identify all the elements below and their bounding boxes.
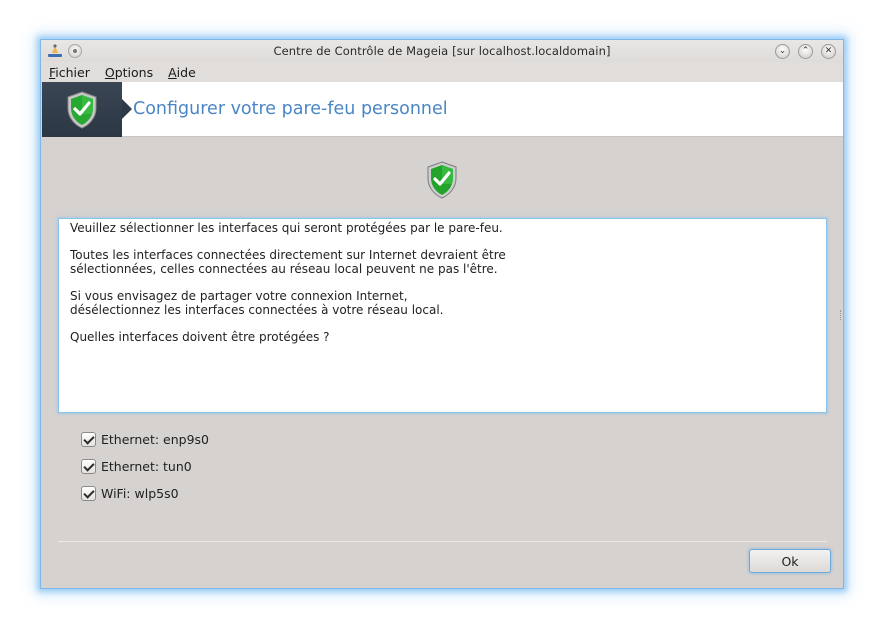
title-bar[interactable]: Centre de Contrôle de Mageia [sur localh… (41, 40, 843, 62)
maximize-button[interactable]: ⌃ (798, 44, 813, 59)
interfaces-list: Ethernet: enp9s0 Ethernet: tun0 WiFi: wl… (81, 426, 209, 507)
ok-button[interactable]: Ok (749, 549, 831, 573)
checkbox-label: Ethernet: tun0 (101, 459, 192, 474)
checkbox-label: Ethernet: enp9s0 (101, 432, 209, 447)
banner-icon-box (42, 82, 122, 137)
checkbox-label: WiFi: wlp5s0 (101, 486, 179, 501)
checkbox-checked[interactable] (81, 459, 96, 474)
info-paragraph: Toutes les interfaces connectées directe… (70, 248, 506, 276)
interface-checkbox-tun0[interactable]: Ethernet: tun0 (81, 453, 209, 480)
banner-arrow (122, 99, 132, 119)
instructions-text: Veuillez sélectionner les interfaces qui… (58, 218, 827, 413)
checkbox-checked[interactable] (81, 486, 96, 501)
close-button[interactable]: ✕ (821, 44, 836, 59)
menu-fichier[interactable]: Fichier (49, 65, 90, 80)
chevron-down-icon: ⌄ (778, 46, 787, 56)
checkbox-checked[interactable] (81, 432, 96, 447)
menu-options[interactable]: Options (105, 65, 153, 80)
interface-checkbox-enp9s0[interactable]: Ethernet: enp9s0 (81, 426, 209, 453)
shield-check-icon (427, 161, 457, 199)
divider (58, 541, 827, 542)
menu-bar: Fichier Options Aide (41, 62, 843, 82)
interface-checkbox-wlp5s0[interactable]: WiFi: wlp5s0 (81, 480, 209, 507)
mcc-window: Centre de Contrôle de Mageia [sur localh… (40, 39, 844, 589)
header-banner: Configurer votre pare-feu personnel (42, 82, 843, 137)
info-paragraph: Veuillez sélectionner les interfaces qui… (70, 221, 503, 235)
info-paragraph: Si vous envisagez de partager votre conn… (70, 289, 444, 317)
chevron-up-icon: ⌃ (801, 46, 810, 56)
page-title: Configurer votre pare-feu personnel (133, 99, 448, 119)
info-question: Quelles interfaces doivent être protégée… (70, 330, 330, 344)
resize-grip[interactable] (840, 310, 843, 320)
menu-aide[interactable]: Aide (168, 65, 196, 80)
window-title: Centre de Contrôle de Mageia [sur localh… (273, 44, 611, 58)
minimize-button[interactable]: ⌄ (775, 44, 790, 59)
shield-check-icon (67, 90, 97, 129)
close-icon: ✕ (824, 46, 833, 56)
